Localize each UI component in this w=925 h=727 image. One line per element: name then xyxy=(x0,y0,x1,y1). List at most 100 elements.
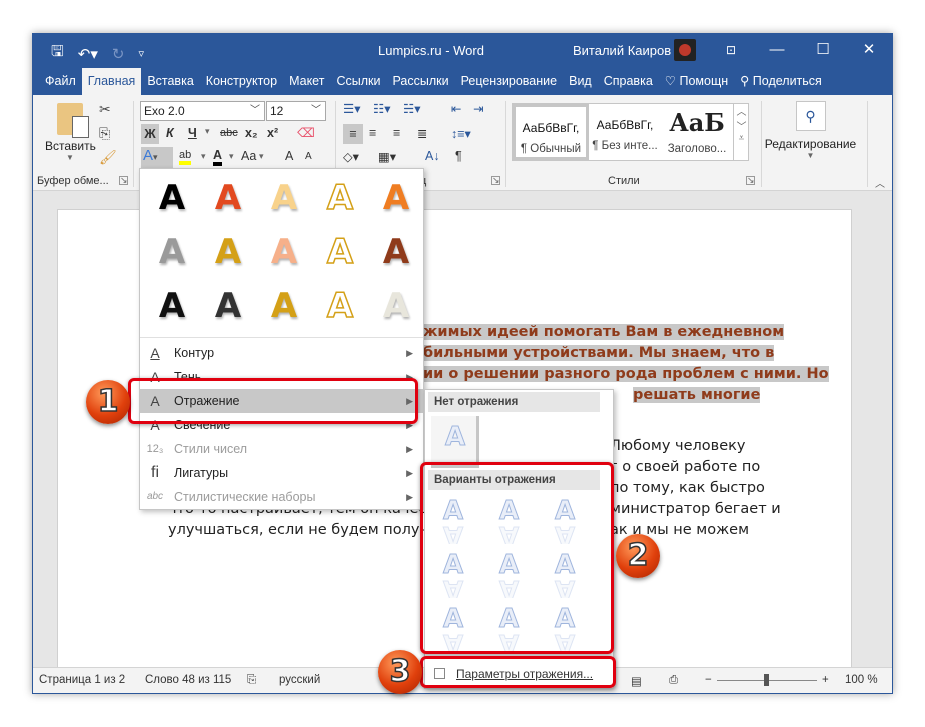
text-effect-preset[interactable]: A xyxy=(264,175,304,221)
align-right-button[interactable]: ≡ xyxy=(393,126,400,140)
language[interactable]: русский xyxy=(279,674,320,686)
highlight-color-button[interactable]: ab xyxy=(179,149,192,165)
tab-layout[interactable]: Макет xyxy=(283,68,330,95)
borders-icon[interactable]: ▦▾ xyxy=(378,149,396,164)
text-effects-button[interactable]: A▾ xyxy=(141,147,173,169)
font-name-combo[interactable]: Exo 2.0 ﹀ xyxy=(140,101,265,121)
zoom-slider-thumb[interactable] xyxy=(764,674,769,686)
tab-design[interactable]: Конструктор xyxy=(200,68,283,95)
print-layout-icon[interactable]: ▤ xyxy=(631,674,642,688)
increase-indent-icon[interactable]: ⇥ xyxy=(473,101,483,116)
paste-dropdown-icon[interactable]: ▼ xyxy=(45,153,95,162)
text-effect-preset[interactable]: A xyxy=(376,175,416,221)
superscript-button[interactable]: x² xyxy=(267,126,278,140)
text-effect-preset[interactable]: A xyxy=(208,229,248,275)
sort-icon[interactable]: А↓ xyxy=(425,149,440,163)
tab-insert[interactable]: Вставка xyxy=(141,68,199,95)
tab-file[interactable]: Файл xyxy=(39,68,82,95)
subscript-button[interactable]: x₂ xyxy=(245,126,258,140)
style-heading[interactable]: АаБ Заголово... xyxy=(659,104,735,160)
editing-button[interactable]: ⚲ Редактирование ▼ xyxy=(763,101,858,160)
change-case-button[interactable]: Aa xyxy=(241,149,256,163)
cut-icon[interactable]: ✂ xyxy=(99,101,111,118)
avatar[interactable] xyxy=(674,39,696,61)
tab-help[interactable]: Справка xyxy=(598,68,659,95)
shrink-font-button[interactable]: A xyxy=(305,151,312,162)
text-effect-preset[interactable]: A xyxy=(152,283,192,329)
underline-button[interactable]: Ч xyxy=(188,126,197,140)
style-normal[interactable]: АаБбВвГг, ¶ Обычный xyxy=(513,104,589,160)
style-no-spacing[interactable]: АаБбВвГг, ¶ Без инте... xyxy=(587,104,663,160)
text-effect-preset[interactable]: A xyxy=(208,283,248,329)
bold-button[interactable]: Ж xyxy=(141,124,159,144)
ribbon-display-options-icon[interactable]: ⊡ xyxy=(708,34,754,68)
copy-icon[interactable]: ⎘ xyxy=(99,125,110,142)
chevron-down-icon[interactable]: ﹀ xyxy=(734,118,749,133)
word-count[interactable]: Слово 48 из 115 xyxy=(145,674,231,686)
collapse-ribbon-icon[interactable]: ︿ xyxy=(875,175,885,190)
tab-mailings[interactable]: Рассылки xyxy=(386,68,454,95)
clear-formatting-icon[interactable]: ⌫ xyxy=(297,125,315,140)
chevron-up-icon[interactable]: ︿ xyxy=(734,103,749,118)
tab-tell-me[interactable]: ♡ Помощн xyxy=(659,68,734,95)
menu-item-ligatures[interactable]: fi Лигатуры ▶ xyxy=(140,461,423,485)
menu-item-number-styles[interactable]: 12₃ Стили чисел ▶ xyxy=(140,437,423,461)
text-effect-preset[interactable]: A xyxy=(320,283,360,329)
autosave-icon[interactable]: 🖫 xyxy=(51,41,64,66)
paste-button[interactable]: Вставить ▼ xyxy=(45,103,96,162)
text-effect-preset[interactable]: A xyxy=(320,229,360,275)
maximize-icon[interactable]: ☐ xyxy=(800,34,846,68)
font-color-dropdown-icon[interactable]: ▾ xyxy=(229,151,234,162)
zoom-out-button[interactable]: − xyxy=(705,674,712,686)
text-effect-preset[interactable]: A xyxy=(152,175,192,221)
text-effect-preset[interactable]: A xyxy=(152,229,192,275)
format-painter-icon[interactable]: 🖌 xyxy=(99,149,117,166)
show-formatting-button[interactable]: ¶ xyxy=(455,149,462,163)
font-size-combo[interactable]: 12 ﹀ xyxy=(266,101,326,121)
menu-item-stylistic-sets[interactable]: abc Стилистические наборы ▶ xyxy=(140,485,423,509)
underline-dropdown-icon[interactable]: ▾ xyxy=(205,126,210,137)
line-spacing-icon[interactable]: ↕≡▾ xyxy=(451,126,471,141)
paragraph-launcher-icon[interactable]: ↘ xyxy=(491,176,500,185)
align-left-button[interactable]: ≡ xyxy=(343,124,363,144)
zoom-in-button[interactable]: + xyxy=(822,674,829,686)
minimize-icon[interactable]: — xyxy=(754,34,800,68)
italic-button[interactable]: К xyxy=(166,126,174,140)
justify-button[interactable]: ≣ xyxy=(417,126,427,141)
undo-icon[interactable]: ↶▾ xyxy=(78,45,98,63)
text-effect-preset[interactable]: A xyxy=(320,175,360,221)
tab-references[interactable]: Ссылки xyxy=(330,68,386,95)
grow-font-button[interactable]: A xyxy=(285,149,293,163)
customize-qat-icon[interactable]: ▿ xyxy=(138,47,144,60)
web-layout-icon[interactable]: ⎙ xyxy=(669,674,678,687)
tab-home[interactable]: Главная xyxy=(81,68,142,95)
menu-item-outline[interactable]: A Контур ▶ xyxy=(140,341,423,365)
no-reflection-option[interactable]: A xyxy=(431,416,479,468)
text-effect-preset[interactable]: A xyxy=(208,175,248,221)
bullets-icon[interactable]: ☰▾ xyxy=(343,101,360,116)
tab-review[interactable]: Рецензирование xyxy=(455,68,564,95)
text-effect-preset[interactable]: A xyxy=(376,283,416,329)
styles-scroll[interactable]: ︿ ﹀ ⩡ xyxy=(733,103,749,161)
redo-icon[interactable]: ↻ xyxy=(112,45,125,63)
highlight-dropdown-icon[interactable]: ▾ xyxy=(201,151,206,162)
tab-view[interactable]: Вид xyxy=(563,68,598,95)
shading-icon[interactable]: ◇▾ xyxy=(343,149,359,164)
chevron-down-icon[interactable]: ﹀ xyxy=(250,102,260,120)
font-color-button[interactable]: A xyxy=(213,148,223,166)
text-effect-preset[interactable]: A xyxy=(264,283,304,329)
body-text-right[interactable]: Любому человеку г о своей работе по по т… xyxy=(610,436,781,541)
change-case-dropdown-icon[interactable]: ▾ xyxy=(259,151,264,162)
clipboard-launcher-icon[interactable]: ↘ xyxy=(119,176,128,185)
page-count[interactable]: Страница 1 из 2 xyxy=(39,674,125,686)
decrease-indent-icon[interactable]: ⇤ xyxy=(451,101,461,116)
numbering-icon[interactable]: ☷▾ xyxy=(373,101,390,116)
close-icon[interactable]: ✕ xyxy=(846,34,892,68)
text-effect-preset[interactable]: A xyxy=(264,229,304,275)
multilevel-list-icon[interactable]: ☵▾ xyxy=(403,101,420,116)
tab-share[interactable]: ⚲ Поделиться xyxy=(734,68,828,95)
strikethrough-button[interactable]: abc xyxy=(220,127,238,139)
user-name[interactable]: Виталий Каиров xyxy=(573,43,671,58)
proofing-icon[interactable]: ⎘ xyxy=(247,674,256,687)
text-effect-preset[interactable]: A xyxy=(376,229,416,275)
